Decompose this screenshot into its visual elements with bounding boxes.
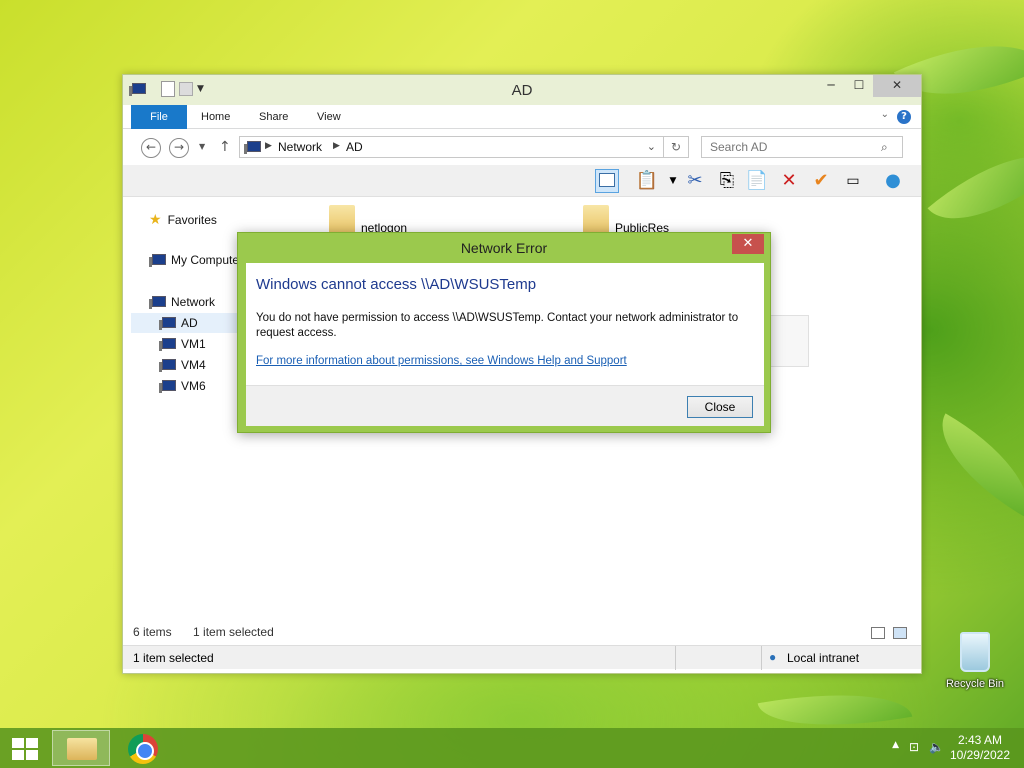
nav-network[interactable]: Network xyxy=(149,295,215,309)
recycle-bin[interactable]: Recycle Bin xyxy=(942,632,1008,690)
recent-locations-icon[interactable]: ▼ xyxy=(199,142,205,151)
dialog-message: You do not have permission to access \\A… xyxy=(256,312,739,339)
wallpaper-leaf xyxy=(927,124,1024,251)
close-button[interactable]: ✕ xyxy=(873,75,921,97)
dialog-footer: Close xyxy=(246,385,764,426)
computer-icon xyxy=(159,316,176,330)
nav-favorites-label: Favorites xyxy=(167,212,217,227)
up-button[interactable]: ↑ xyxy=(219,139,231,155)
window-title: AD xyxy=(511,82,533,99)
status-bar: 6 items 1 item selected xyxy=(133,625,274,639)
back-button[interactable]: ← xyxy=(141,138,161,158)
dialog-title: Network Error xyxy=(460,240,548,256)
status-item-count: 6 items xyxy=(133,625,172,639)
help-icon[interactable]: ? xyxy=(897,110,911,124)
computer-icon xyxy=(149,253,166,267)
navigation-bar: ← → ▼ ↑ ▶ Network ▶ AD ⌄ ↻ Search AD ⌕ xyxy=(123,131,921,165)
copy-button[interactable]: ⎘ xyxy=(715,169,739,193)
ribbon-tabs: File Home Share View ⌄ ? xyxy=(123,105,921,129)
computer-icon xyxy=(159,358,176,372)
network-location-icon xyxy=(244,141,261,154)
forward-button[interactable]: → xyxy=(169,138,189,158)
breadcrumb-network[interactable]: Network xyxy=(278,140,322,154)
details-view-button[interactable] xyxy=(871,627,885,639)
check-button[interactable]: ✔ xyxy=(809,169,833,193)
status-divider xyxy=(761,646,762,670)
search-icon: ⌕ xyxy=(881,140,888,154)
nav-host-vm6[interactable]: VM6 xyxy=(159,379,206,393)
nav-host-label: VM6 xyxy=(181,379,206,393)
nav-favorites[interactable]: ★ Favorites xyxy=(149,211,217,228)
network-icon xyxy=(149,295,166,309)
nav-host-vm4[interactable]: VM4 xyxy=(159,358,206,372)
breadcrumb-separator-icon: ▶ xyxy=(333,141,340,151)
refresh-button[interactable]: ↻ xyxy=(663,136,689,158)
folder-icon[interactable] xyxy=(329,205,355,235)
status-divider xyxy=(675,646,676,670)
nav-host-label: VM4 xyxy=(181,358,206,372)
bottom-status-bar: 1 item selected ● Local intranet xyxy=(123,645,921,670)
nav-host-vm1[interactable]: VM1 xyxy=(159,337,206,351)
network-error-dialog: Network Error ✕ Windows cannot access \\… xyxy=(237,232,771,433)
search-input[interactable]: Search AD xyxy=(701,136,903,158)
dialog-body: Windows cannot access \\AD\WSUSTemp You … xyxy=(246,263,764,426)
large-icons-view-button[interactable] xyxy=(893,627,907,639)
nav-my-computer-label: My Computer xyxy=(171,253,244,267)
minimize-button[interactable]: ─ xyxy=(817,75,845,97)
system-tray: ▲ ⊡ 🔈 xyxy=(892,740,944,754)
command-toolbar: 📋 ▼ ✂ ⎘ 📄 ✕ ✔ ▭ ● xyxy=(123,165,921,197)
clock[interactable]: 2:43 AM 10/29/2022 xyxy=(950,733,1010,763)
status-selected: 1 item selected xyxy=(193,625,274,639)
title-bar: ▼ AD ─ ☐ ✕ xyxy=(123,75,921,105)
maximize-button[interactable]: ☐ xyxy=(845,75,873,97)
bottom-status-selected: 1 item selected xyxy=(133,651,214,665)
rename-button[interactable]: ▭ xyxy=(841,169,865,193)
globe-icon[interactable]: ● xyxy=(881,169,905,193)
ribbon-expand-icon[interactable]: ⌄ xyxy=(881,109,889,120)
delete-button[interactable]: ✕ xyxy=(777,169,801,193)
tab-view[interactable]: View xyxy=(305,105,353,129)
clock-date: 10/29/2022 xyxy=(949,748,1010,762)
nav-host-label: AD xyxy=(181,316,198,330)
intranet-globe-icon: ● xyxy=(769,650,777,664)
tab-file[interactable]: File xyxy=(131,105,187,129)
close-dialog-button[interactable]: Close xyxy=(687,396,753,418)
star-icon: ★ xyxy=(149,211,162,227)
paste-button[interactable]: 📄 xyxy=(745,169,769,193)
nav-network-label: Network xyxy=(171,295,216,309)
preview-pane-button[interactable] xyxy=(595,169,619,193)
show-hidden-icons-icon[interactable]: ▲ xyxy=(892,740,899,754)
taskbar-chrome[interactable] xyxy=(128,734,158,764)
breadcrumb-separator-icon: ▶ xyxy=(265,141,272,151)
wallpaper-leaf xyxy=(920,413,1024,517)
properties-button[interactable]: 📋 xyxy=(635,169,659,193)
tab-share[interactable]: Share xyxy=(247,105,300,129)
security-zone: Local intranet xyxy=(787,651,860,665)
folder-icon xyxy=(67,738,97,760)
dialog-heading: Windows cannot access \\AD\WSUSTemp xyxy=(256,276,537,293)
clock-time: 2:43 AM xyxy=(957,733,1002,747)
address-dropdown-icon[interactable]: ⌄ xyxy=(647,140,656,153)
recycle-bin-label: Recycle Bin xyxy=(945,678,1005,690)
volume-icon[interactable]: 🔈 xyxy=(929,740,944,754)
network-tray-icon[interactable]: ⊡ xyxy=(909,740,919,754)
chevron-down-icon[interactable]: ▼ xyxy=(661,169,685,193)
taskbar-file-explorer[interactable] xyxy=(52,730,110,766)
help-link[interactable]: For more information about permissions, … xyxy=(256,355,627,367)
dialog-close-button[interactable]: ✕ xyxy=(732,234,764,254)
computer-icon xyxy=(159,337,176,351)
tab-home[interactable]: Home xyxy=(189,105,242,129)
folder-icon[interactable] xyxy=(583,205,609,235)
cut-button[interactable]: ✂ xyxy=(683,169,707,193)
taskbar: ▲ ⊡ 🔈 2:43 AM 10/29/2022 xyxy=(0,728,1024,768)
start-button[interactable] xyxy=(12,738,38,760)
breadcrumb-ad[interactable]: AD xyxy=(346,140,363,154)
address-bar[interactable]: ▶ Network ▶ AD ⌄ xyxy=(239,136,689,158)
nav-host-label: VM1 xyxy=(181,337,206,351)
recycle-bin-icon xyxy=(960,632,990,672)
nav-my-computer[interactable]: My Computer xyxy=(149,253,243,267)
computer-icon xyxy=(159,379,176,393)
